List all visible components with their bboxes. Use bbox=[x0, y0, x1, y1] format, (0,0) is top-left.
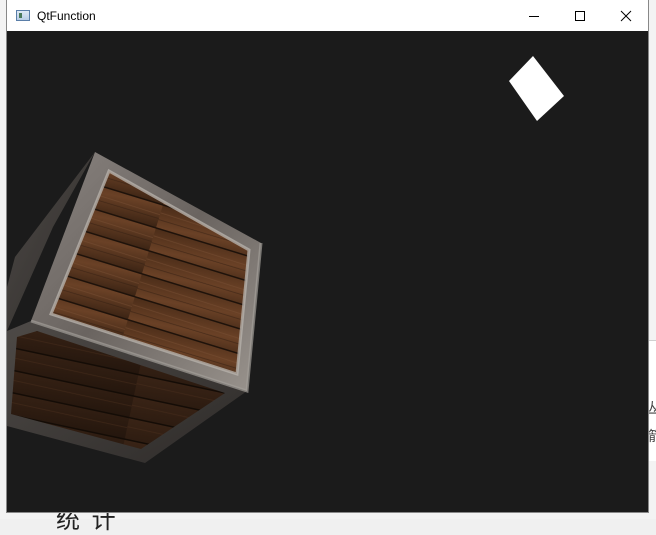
minimize-icon bbox=[529, 15, 539, 17]
maximize-icon bbox=[575, 10, 585, 21]
background-glyph: 丛 bbox=[648, 400, 656, 416]
wooden-crate bbox=[7, 152, 263, 463]
minimize-button[interactable] bbox=[511, 0, 557, 31]
light-cube bbox=[509, 56, 564, 121]
window-title: QtFunction bbox=[37, 8, 96, 23]
maximize-button[interactable] bbox=[557, 0, 603, 31]
scene-canvas bbox=[7, 56, 564, 463]
close-icon bbox=[620, 10, 632, 21]
title-bar[interactable]: QtFunction bbox=[7, 0, 648, 31]
background-glyph: 箭 bbox=[648, 428, 656, 444]
app-icon[interactable] bbox=[16, 10, 30, 21]
close-button[interactable] bbox=[603, 0, 649, 31]
opengl-viewport[interactable] bbox=[7, 31, 648, 512]
app-window: QtFunction bbox=[7, 0, 648, 512]
